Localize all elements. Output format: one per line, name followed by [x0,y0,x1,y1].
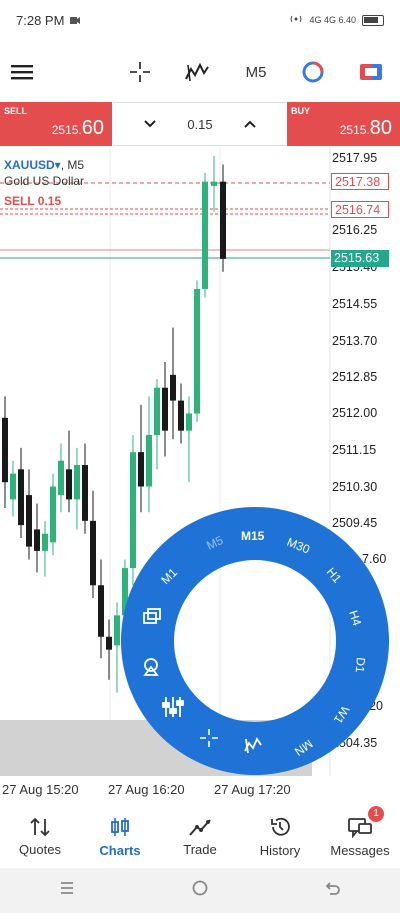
symbol-description: Gold US Dollar [4,174,85,188]
nav-messages[interactable]: 1 Messages [320,806,400,868]
quotes-icon [30,817,50,837]
wheel-item-d1: D1 [353,657,368,674]
volume-increase-icon[interactable] [243,117,257,132]
system-navigation-bar [0,868,400,913]
candle-body [106,636,112,650]
time-label: 27 Aug 15:20 [2,782,79,797]
order-label[interactable]: SELL 0.15 [4,194,61,208]
trade-icon [189,819,211,836]
nav-trade[interactable]: Trade [160,806,240,868]
messages-badge: 1 [368,806,384,822]
sell-order-price-tag: 2516.74 [331,201,389,218]
app-root: 7:28 PM 4G 4G 6.40 M5 SELL 2515.60 0.15 … [0,0,400,913]
volume-decrease-icon[interactable] [143,117,157,132]
candle-body [50,486,56,543]
candle-body [26,495,32,547]
candle-body [34,529,40,551]
recent-apps-icon[interactable] [58,880,76,901]
time-label: 27 Aug 16:20 [108,782,185,797]
candle-body [178,400,184,431]
signal-text: 4G 4G 6.40 [309,15,356,25]
candle-body [194,288,200,414]
sell-price: 2515.60 [51,117,104,139]
candle-body [58,460,64,496]
time-label: 27 Aug 17:20 [214,782,291,797]
candle-body [202,181,208,289]
timeframe-wheel[interactable]: M5 M15 M30 H1 H4 D1 W1 MN M1 [120,507,389,775]
candle-body [10,473,16,500]
chart-toolbar: M5 [0,48,400,96]
sell-button[interactable]: SELL 2515.60 [0,102,113,146]
candle-body [42,533,48,551]
price-level: 2510.30 [332,480,378,494]
buy-price: 2515.80 [339,117,392,139]
nav-history[interactable]: History [240,806,320,868]
price-level: 2516.25 [332,223,378,237]
buy-button[interactable]: BUY 2515.80 [287,102,400,146]
candle-body [186,413,192,431]
candle-body [154,387,160,435]
volume-control: 0.15 [113,102,287,146]
buy-tag: BUY [291,106,311,116]
candle-body [220,181,226,259]
menu-icon[interactable] [8,48,36,96]
candle-body [66,469,72,500]
charts-icon [111,818,129,836]
candle-body [90,520,96,586]
wheel-item-m15: M15 [241,529,265,543]
price-level: 2513.70 [332,334,378,348]
crosshair-icon[interactable] [126,48,154,96]
candle-body [18,469,24,526]
candle-body [170,374,176,401]
high-price-tag: 2517.38 [331,173,389,190]
volume-value[interactable]: 0.15 [187,117,212,132]
wheel-settings-icon [162,697,184,717]
nav-trade-label: Trade [183,842,217,857]
candle-body [114,615,120,646]
nav-history-label: History [259,843,301,858]
nav-charts[interactable]: Charts [80,806,160,868]
candle-body [146,434,152,487]
chart-style-icon[interactable] [298,48,328,96]
candle-body [2,417,8,483]
status-bar: 7:28 PM 4G 4G 6.40 [0,0,400,40]
status-time: 7:28 PM [16,12,65,28]
candle-body [98,585,104,637]
price-level: 2512.85 [332,370,378,384]
candle-body [82,465,88,521]
price-level: 2511.15 [332,443,377,457]
timeframe-button[interactable]: M5 [238,48,274,96]
bottom-navigation: Quotes Charts Trade History 1 Messages [0,806,400,868]
candle-body [162,387,168,431]
one-click-trade-icon[interactable] [356,48,386,96]
symbol-label: XAUUSD▾, M5 [4,158,85,172]
nav-messages-label: Messages [330,843,390,858]
trade-bar: SELL 2515.60 0.15 BUY 2515.80 [0,102,400,146]
history-icon [271,817,290,836]
home-icon[interactable] [191,879,209,902]
price-level: 2517.95 [332,151,378,165]
hotspot-icon [289,13,303,27]
back-icon[interactable] [324,880,342,901]
candle-body [138,452,144,487]
nav-quotes[interactable]: Quotes [0,806,80,868]
indicators-icon[interactable] [182,48,212,96]
nav-quotes-label: Quotes [19,842,61,857]
battery-icon [362,14,384,26]
symbol-name: XAUUSD [4,158,55,172]
price-level: 2514.55 [332,297,378,311]
sell-tag: SELL [4,106,28,116]
nav-charts-label: Charts [99,843,141,858]
wheel-ring [120,507,389,775]
screen-record-icon [70,13,81,28]
symbol-timeframe: M5 [67,158,85,172]
candle-body [211,181,217,186]
current-price-tag: 2515.63 [331,250,389,267]
candle-body [74,465,80,500]
price-level: 2512.00 [332,406,378,420]
